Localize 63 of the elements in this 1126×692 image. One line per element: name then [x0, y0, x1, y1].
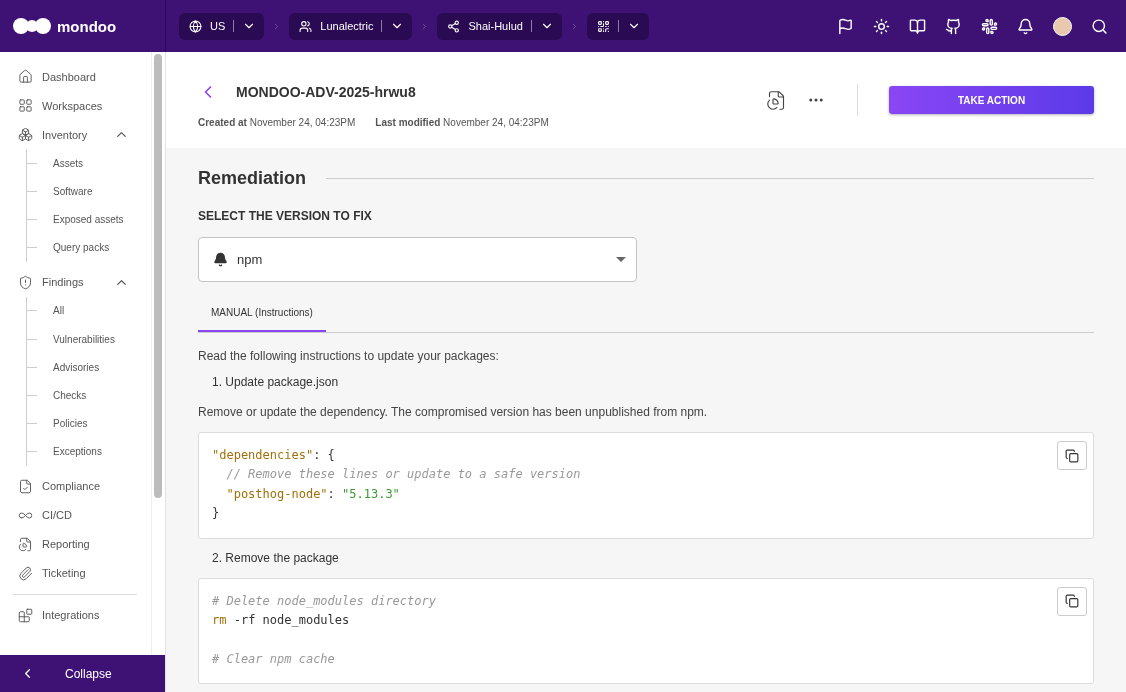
nav-subitem[interactable]: Software — [27, 177, 151, 206]
code-line: # Delete node_modules directory — [212, 592, 436, 610]
nav-subitem[interactable]: Exceptions — [27, 437, 151, 466]
bell-icon[interactable] — [1017, 17, 1034, 35]
intro-text: Read the following instructions to update your packages: — [198, 349, 500, 363]
nav-item[interactable]: Ticketing — [18, 558, 151, 588]
meta-text: Last modified November 24, 04:23PM — [375, 117, 549, 128]
meta-text: Created at November 24, 04:23PM — [198, 117, 356, 128]
bell-icon — [213, 252, 228, 267]
scrollbar-thumb[interactable] — [154, 54, 162, 498]
code-line: # Clear npm cache — [212, 650, 335, 668]
copy-icon — [1065, 594, 1079, 609]
nav-item[interactable]: CI/CD — [18, 500, 151, 530]
home-icon — [18, 69, 33, 84]
nav-item[interactable]: Dashboard — [18, 62, 151, 91]
flag-icon[interactable] — [837, 17, 854, 35]
nav-item[interactable]: Workspaces — [18, 91, 151, 120]
search-icon[interactable] — [1091, 17, 1108, 35]
copy-button[interactable] — [1057, 441, 1087, 470]
github-icon[interactable] — [945, 17, 962, 35]
code-line: rm -rf node_modules — [212, 612, 350, 630]
nav-subitem[interactable]: Checks — [27, 381, 151, 410]
nav-subitem[interactable]: Policies — [27, 409, 151, 438]
integrations-icon — [18, 607, 33, 623]
copy-button[interactable] — [1057, 586, 1087, 616]
page-title: MONDOO-ADV-2025-hrwu8 — [236, 84, 416, 100]
sun-icon[interactable] — [873, 17, 890, 35]
nav-item[interactable]: Reporting — [18, 529, 151, 559]
copy-icon — [1065, 448, 1079, 463]
logo-icon — [13, 17, 51, 35]
version-select[interactable]: npm — [198, 237, 637, 282]
take-action-button[interactable]: TAKE ACTION — [889, 86, 1094, 114]
nav-subitem[interactable]: Assets — [27, 149, 151, 178]
step-title: 1. Update package.json — [212, 375, 340, 389]
step-text: Remove or update the dependency. The compromised version has been unpublished from npm. — [198, 405, 709, 419]
collapse-button[interactable]: Collapse — [0, 655, 165, 692]
avatar[interactable] — [1053, 16, 1072, 36]
code-line: "posthog-node": "5.13.3" — [225, 485, 400, 503]
nav-subitem[interactable]: Vulnerabilities — [27, 324, 151, 354]
nav-item[interactable]: Inventory — [18, 120, 151, 149]
step-title: 2. Remove the package — [212, 550, 340, 565]
nav-subitem[interactable]: Exposed assets — [27, 205, 151, 234]
breadcrumb-dropdown[interactable] — [586, 12, 649, 40]
breadcrumb-dropdown[interactable]: Shai-Hulud — [437, 12, 562, 40]
breadcrumb-dropdown[interactable]: US — [179, 12, 265, 40]
logo-text: mondoo — [57, 17, 117, 35]
code-line: "dependencies": { — [212, 447, 335, 464]
nav-item[interactable]: Integrations — [18, 600, 151, 630]
nav-subitem[interactable]: All — [27, 296, 151, 325]
nav-item[interactable]: Compliance — [18, 471, 151, 501]
code-line: } — [212, 505, 220, 523]
nav-subitem[interactable]: Advisories — [27, 353, 151, 382]
code-line: // Remove these lines or update to a safe version — [225, 466, 581, 484]
breadcrumb-dropdown[interactable]: Lunalectric — [289, 12, 413, 40]
nav-item[interactable]: Findings — [18, 267, 151, 297]
dropdown-caret-icon — [616, 257, 626, 262]
nav-subitem[interactable]: Query packs — [27, 233, 151, 262]
tab[interactable]: MANUAL (Instructions) — [198, 294, 326, 332]
section-title: Remediation — [198, 168, 307, 189]
slack-icon[interactable] — [981, 17, 998, 35]
ticketing-icon — [18, 565, 33, 581]
book-icon[interactable] — [909, 17, 926, 35]
select-label: SELECT THE VERSION TO FIX — [198, 209, 373, 223]
